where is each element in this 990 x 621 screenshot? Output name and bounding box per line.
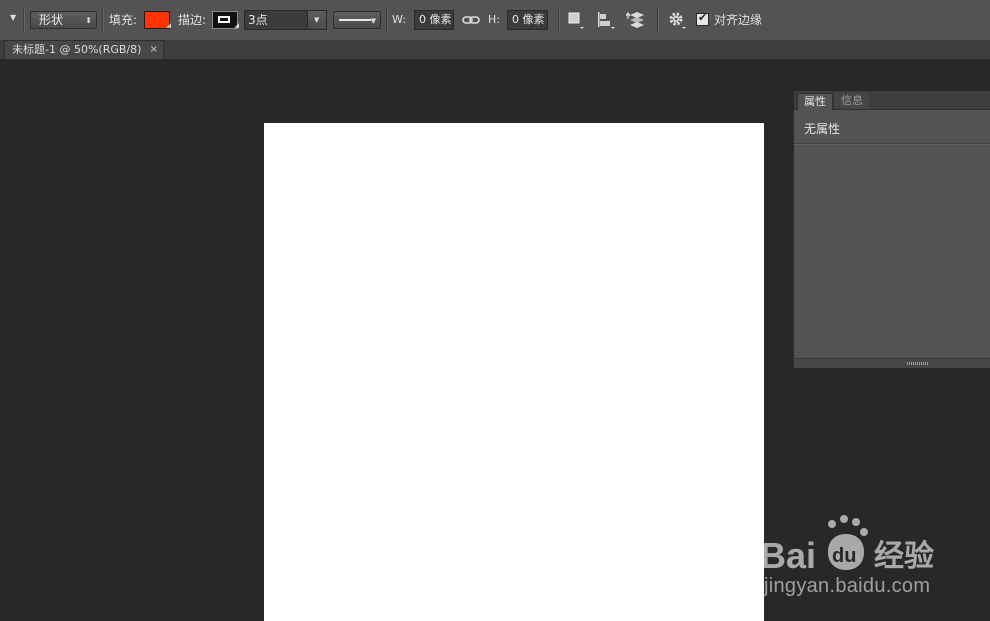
path-alignment-button[interactable]: [596, 10, 616, 30]
separator: [386, 7, 387, 33]
properties-panel: 属性 信息 无属性: [793, 91, 990, 368]
grip-icon: [907, 362, 929, 365]
path-operations-button[interactable]: [566, 10, 586, 30]
baidu-jingyan-watermark: Bai du 经验 jingyan.baidu.com: [756, 512, 988, 612]
stroke-size-dropdown-button[interactable]: ▼: [307, 11, 326, 29]
chevron-down-icon: ▼: [10, 13, 17, 22]
separator: [558, 7, 559, 33]
width-value: 0 像素: [419, 13, 452, 26]
panel-divider: [794, 143, 990, 144]
path-operations-icon: [568, 12, 584, 29]
stroke-label: 描边:: [178, 13, 207, 27]
dropdown-corner-icon: ◢: [166, 22, 171, 29]
tool-preset-dropdown[interactable]: ▼: [6, 13, 20, 27]
chevron-down-icon: ▼: [370, 17, 376, 25]
checkmark-icon: ✔: [698, 11, 708, 24]
separator: [102, 7, 103, 33]
settings-button[interactable]: [666, 10, 686, 30]
dropdown-corner-icon: ◢: [234, 22, 239, 29]
tab-info[interactable]: 信息: [835, 93, 869, 109]
options-bar: ▼ 形状 ⬍ 填充: ◢ 描边: ◢ 3点 ▼ ▼ W: 0 像素 H: 0 像…: [0, 0, 990, 41]
height-value: 0 像素: [512, 13, 545, 26]
link-icon: [462, 16, 480, 24]
panel-tab-bar: 属性 信息: [794, 91, 990, 110]
shape-mode-label: 形状: [39, 13, 64, 27]
panel-resize-handle[interactable]: [794, 358, 990, 368]
stroke-type-dropdown[interactable]: ▼: [333, 11, 381, 29]
fill-color-swatch[interactable]: ◢: [144, 11, 171, 29]
align-edges-checkbox[interactable]: ✔: [696, 11, 709, 26]
width-label: W:: [392, 13, 406, 26]
stroke-size-value: 3点: [248, 13, 268, 27]
svg-text:Bai: Bai: [760, 535, 816, 574]
close-icon[interactable]: ×: [150, 41, 158, 58]
shape-mode-dropdown[interactable]: 形状 ⬍: [30, 11, 97, 29]
document-tab-title: 未标题-1 @ 50%(RGB/8): [12, 43, 142, 56]
document-tab-bar: 未标题-1 @ 50%(RGB/8) ×: [0, 40, 990, 60]
baidu-jingyan-logo: Bai du 经验: [760, 515, 934, 574]
separator: [657, 7, 658, 33]
document-tab[interactable]: 未标题-1 @ 50%(RGB/8) ×: [4, 40, 164, 59]
align-edges-label: 对齐边缘: [714, 13, 763, 27]
link-dimensions-button[interactable]: [461, 10, 481, 30]
separator: [23, 7, 24, 33]
tab-properties[interactable]: 属性: [797, 93, 833, 110]
document-canvas[interactable]: [264, 123, 764, 621]
path-alignment-icon: [598, 12, 615, 29]
fill-label: 填充:: [109, 13, 138, 27]
chevron-down-icon: ▼: [314, 16, 320, 24]
line-style-icon: [339, 19, 371, 21]
svg-text:经验: 经验: [874, 539, 934, 574]
stroke-color-swatch[interactable]: ◢: [212, 11, 239, 29]
height-label: H:: [488, 13, 500, 26]
svg-text:du: du: [832, 545, 856, 567]
updown-arrows-icon: ⬍: [85, 16, 92, 25]
watermark-url: jingyan.baidu.com: [764, 575, 931, 597]
no-properties-text: 无属性: [804, 122, 841, 136]
arrange-layers-icon: [625, 11, 644, 28]
gear-icon: [669, 12, 686, 29]
height-field[interactable]: 0 像素: [507, 10, 548, 30]
stroke-box-icon: [218, 16, 230, 23]
width-field[interactable]: 0 像素: [414, 10, 454, 30]
path-arrangement-button[interactable]: [625, 10, 646, 30]
stroke-size-field[interactable]: 3点 ▼: [244, 10, 327, 30]
